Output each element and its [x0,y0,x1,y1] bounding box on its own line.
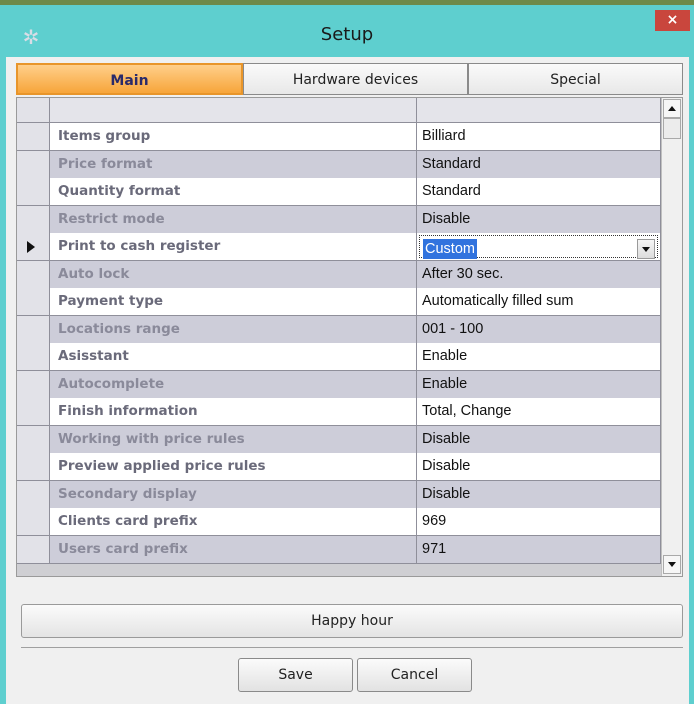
happy-hour-button[interactable]: Happy hour [21,604,683,638]
setting-value[interactable]: 971 [417,536,661,564]
setting-name: Price format [50,151,417,179]
setting-value[interactable]: Enable [417,371,661,399]
setting-name: Items group [50,123,417,151]
setting-value[interactable]: 001 - 100 [417,316,661,344]
setting-value[interactable]: Standard [417,151,661,179]
row-indicator [17,481,50,509]
row-indicator [17,233,50,261]
setting-name: Finish information [50,398,417,426]
setting-value[interactable]: Disable [417,426,661,454]
settings-grid[interactable]: Items group Billiard Price format Standard Q… [16,97,683,577]
setting-name: Restrict mode [50,206,417,234]
save-button[interactable]: Save [238,658,353,692]
setting-name: Secondary display [50,481,417,509]
current-row-arrow-icon [27,241,35,253]
client-area: Main Hardware devices Special Items grou… [6,57,689,704]
dropdown-selected-value: Custom [423,239,477,259]
dropdown-editor[interactable]: Custom [419,235,658,259]
setting-value[interactable]: Standard [417,178,661,206]
header-indicator-cell [17,98,50,123]
window-title: Setup [320,24,374,45]
tab-hardware-devices[interactable]: Hardware devices [243,63,468,95]
row-indicator [17,426,50,454]
header-name-cell [50,98,417,123]
setting-value[interactable]: Enable [417,343,661,371]
setting-name: Quantity format [50,178,417,206]
scroll-thumb[interactable] [663,118,681,139]
row-indicator [17,316,50,344]
vertical-scrollbar[interactable] [661,98,682,576]
setting-value-dropdown[interactable]: Custom [417,233,661,261]
setting-value[interactable]: Billiard [417,123,661,151]
row-indicator [17,453,50,481]
setting-name: Preview applied price rules [50,453,417,481]
setting-value[interactable]: After 30 sec. [417,261,661,289]
setting-value[interactable]: Disable [417,481,661,509]
tab-special[interactable]: Special [468,63,683,95]
row-indicator [17,398,50,426]
row-indicator [17,178,50,206]
row-indicator [17,123,50,151]
setting-name: Print to cash register [50,233,417,261]
window-border [689,57,694,704]
setting-name: Locations range [50,316,417,344]
setting-value[interactable]: Disable [417,206,661,234]
setting-value[interactable]: Total, Change [417,398,661,426]
row-indicator [17,261,50,289]
header-value-cell [417,98,661,123]
setting-value[interactable]: 969 [417,508,661,536]
divider [21,647,683,648]
setting-name: Autocomplete [50,371,417,399]
cancel-button[interactable]: Cancel [357,658,472,692]
scroll-down-button[interactable] [663,555,681,574]
setting-name: Asisstant [50,343,417,371]
row-indicator [17,206,50,234]
row-indicator [17,151,50,179]
scroll-up-button[interactable] [663,99,681,118]
setting-name: Clients card prefix [50,508,417,536]
row-indicator [17,536,50,564]
row-indicator [17,288,50,316]
setting-value[interactable]: Automatically filled sum [417,288,661,316]
setting-name: Auto lock [50,261,417,289]
row-indicator [17,508,50,536]
setting-name: Working with price rules [50,426,417,454]
title-bar: ✲ Setup × [0,5,694,57]
close-button[interactable]: × [655,10,690,31]
grid-body: Items group Billiard Price format Standard Q… [17,98,661,576]
tab-bar: Main Hardware devices Special [16,63,683,97]
setting-name: Payment type [50,288,417,316]
window: ✲ Setup × Main Hardware devices Special … [0,5,694,704]
setting-name: Users card prefix [50,536,417,564]
row-indicator [17,371,50,399]
setting-value[interactable]: Disable [417,453,661,481]
row-indicator [17,343,50,371]
chevron-down-icon[interactable] [637,239,655,259]
tab-main[interactable]: Main [16,63,243,95]
